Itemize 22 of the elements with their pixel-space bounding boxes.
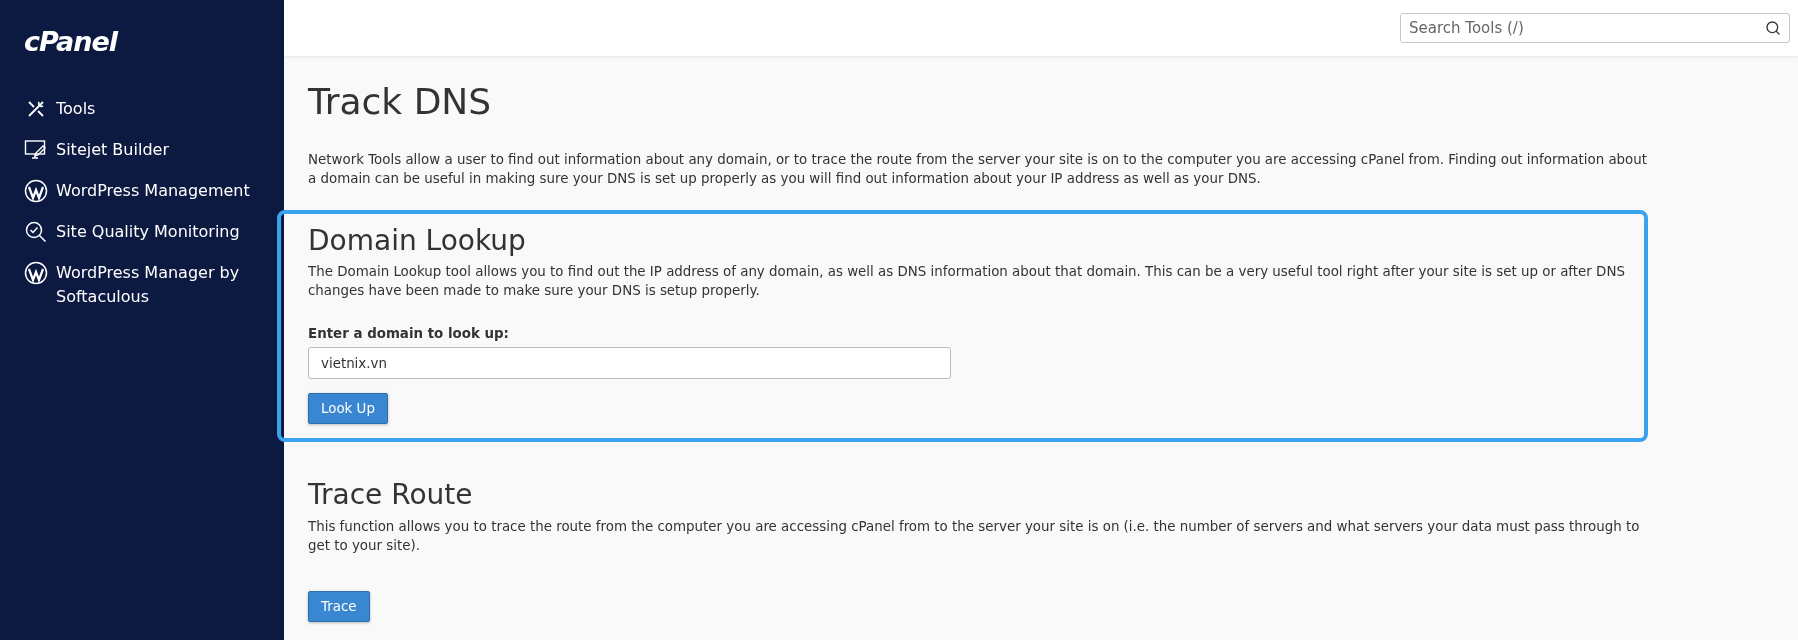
- sidebar-item[interactable]: Site Quality Monitoring: [24, 220, 262, 244]
- section-title: Domain Lookup: [308, 223, 527, 258]
- field-label: Enter a domain to look up:: [308, 326, 509, 342]
- section-description: The Domain Lookup tool allows you to find out the IP address of any domain, as well as DNS information about that domain. This can be a very useful tool right after your site is set up or after DNS changes have been made to make sure your DNS is setup properly.: [308, 263, 1626, 301]
- search-icon: [1765, 20, 1781, 36]
- section-description: This function allows you to trace the route from the computer you are accessing cPanel from to the server your site is on (i.e. the number of servers and what servers your data must pass through to get to your site).: [308, 517, 1641, 555]
- wordpress-icon: [24, 261, 48, 285]
- logo[interactable]: cPanel: [24, 26, 118, 57]
- submit-button[interactable]: Trace: [308, 590, 370, 622]
- sidebar-item[interactable]: WordPress Manager by Softaculous: [24, 261, 262, 309]
- monitor-pencil-icon: [24, 138, 48, 162]
- submit-button[interactable]: Look Up: [308, 393, 388, 425]
- magnifier-check-icon: [24, 220, 48, 244]
- section-title: Trace Route: [308, 478, 474, 512]
- sidebar-item[interactable]: WordPress Management: [24, 179, 262, 203]
- sidebar-item[interactable]: Sitejet Builder: [24, 138, 262, 162]
- input-field[interactable]: vietnix.vn: [308, 347, 951, 380]
- search-field[interactable]: Search Tools (/): [1400, 13, 1790, 43]
- wordpress-icon: [24, 179, 48, 203]
- page-title: Track DNS: [308, 82, 493, 122]
- sidebar-item[interactable]: Tools: [24, 97, 262, 121]
- intro-text: Network Tools allow a user to find out information about any domain, or to trace the route from the server your site is on to the computer you are accessing cPanel from. Finding out information about a domain can be useful in making sure your DNS is set up properly as you will find out information about your IP address as well as your DNS.: [308, 150, 1648, 188]
